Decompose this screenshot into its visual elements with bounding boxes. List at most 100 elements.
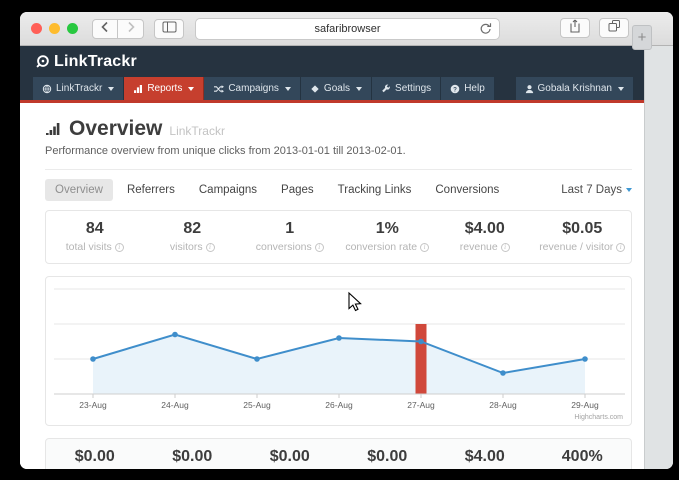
page-title-suffix: LinkTrackr — [169, 124, 225, 138]
svg-text:Highcharts.com: Highcharts.com — [574, 414, 623, 421]
back-button[interactable] — [92, 19, 118, 39]
globe-icon — [42, 84, 52, 94]
nav-item-label: Help — [464, 83, 485, 94]
stat-value: 1% — [339, 220, 437, 238]
zoom-button[interactable] — [67, 23, 78, 34]
chevron-down-icon — [626, 188, 632, 192]
info-icon[interactable]: i — [315, 243, 324, 252]
diamond-icon — [310, 84, 320, 94]
tab-conversions[interactable]: Conversions — [425, 179, 509, 201]
forward-icon — [126, 20, 136, 38]
stat-value: 1 — [241, 220, 339, 238]
tab-overview-button[interactable] — [599, 18, 629, 38]
tabs-row: OverviewReferrersCampaignsPagesTracking … — [45, 170, 632, 210]
back-icon — [100, 20, 110, 38]
wrench-icon — [381, 84, 391, 94]
svg-text:?: ? — [453, 86, 457, 93]
minimize-button[interactable] — [49, 23, 60, 34]
tab-pages[interactable]: Pages — [271, 179, 324, 201]
date-range-label: Last 7 Days — [561, 184, 622, 196]
share-button[interactable] — [560, 18, 590, 38]
new-tab-button[interactable]: + — [632, 25, 652, 50]
nav-item-settings[interactable]: Settings — [372, 77, 441, 100]
stat-total-cost: $0.00total costi — [46, 448, 144, 469]
info-icon[interactable]: i — [206, 243, 215, 252]
stat-label: conversion ratei — [339, 241, 437, 253]
stat-value: $4.00 — [436, 448, 534, 466]
share-icon — [569, 19, 581, 38]
nav-item-goals[interactable]: Goals — [301, 77, 372, 100]
info-icon[interactable]: i — [420, 243, 429, 252]
tab-referrers[interactable]: Referrers — [117, 179, 185, 201]
info-icon[interactable]: i — [115, 243, 124, 252]
bar-chart-icon — [133, 84, 143, 94]
date-range-selector[interactable]: Last 7 Days — [561, 184, 632, 196]
stat-value: $0.00 — [144, 448, 242, 466]
stat-roi: 400%roii — [534, 448, 632, 469]
tabs-icon — [608, 19, 621, 37]
help-icon: ? — [450, 84, 460, 94]
stat-label: revenuei — [436, 241, 534, 253]
nav-item-reports[interactable]: Reports — [124, 77, 204, 100]
nav-item-label: Settings — [395, 83, 431, 94]
nav-item-label: Goals — [324, 83, 350, 94]
svg-text:24-Aug: 24-Aug — [161, 400, 189, 410]
page-content: Overview LinkTrackr Performance overview… — [20, 103, 644, 469]
sidebar-toggle-button[interactable] — [154, 19, 184, 39]
window-controls — [31, 23, 78, 34]
chevron-down-icon — [618, 87, 624, 91]
nav-item-label: LinkTrackr — [56, 83, 102, 94]
nav-item-help[interactable]: ? Help — [441, 77, 495, 100]
close-button[interactable] — [31, 23, 42, 34]
stat-conversions: 1 conversionsi — [241, 220, 339, 253]
app-header: LinkTrackr — [20, 46, 644, 77]
info-icon[interactable]: i — [501, 243, 510, 252]
overview-chart-icon — [45, 121, 62, 141]
visits-chart[interactable]: 23-Aug 24-Aug 25-Aug 26-Aug 27-Aug 28-Aug 29-A… — [46, 277, 631, 427]
cost-stats-panel: $0.00total costi$0.00cost / visiti$0.00c… — [45, 438, 632, 469]
svg-text:26-Aug: 26-Aug — [325, 400, 353, 410]
stat-value: $0.00 — [339, 448, 437, 466]
chevron-down-icon — [356, 87, 362, 91]
stats-panel: 84 total visitsi82visitorsi1 conversionsi1… — [45, 210, 632, 264]
stat-profit: $4.00profiti — [436, 448, 534, 469]
stat-label: total visitsi — [46, 241, 144, 253]
stat-cpa: $0.00cpai — [339, 448, 437, 469]
page-title: Overview — [69, 117, 162, 141]
forward-button[interactable] — [118, 19, 144, 39]
shuffle-icon — [213, 84, 224, 94]
address-bar[interactable]: safaribrowser — [195, 18, 500, 40]
stat-visitors: 82visitorsi — [144, 220, 242, 253]
svg-text:29-Aug: 29-Aug — [571, 400, 599, 410]
chevron-down-icon — [188, 87, 194, 91]
brand-name: LinkTrackr — [54, 53, 137, 71]
nav-item-label: Reports — [147, 83, 182, 94]
stat-label: conversionsi — [241, 241, 339, 253]
nav-item-campaigns[interactable]: Campaigns — [204, 77, 301, 100]
window-right-gutter — [644, 46, 673, 469]
tab-tracking-links[interactable]: Tracking Links — [328, 179, 422, 201]
tab-overview[interactable]: Overview — [45, 179, 113, 201]
stat-value: 84 — [46, 220, 144, 238]
nav-item-linktrackr[interactable]: LinkTrackr — [33, 77, 124, 100]
stat-cost-day: $0.00cost / dayi — [241, 448, 339, 469]
user-menu[interactable]: Gobala Krishnan — [516, 77, 635, 100]
sidebar-icon — [162, 20, 177, 38]
info-icon[interactable]: i — [616, 243, 625, 252]
nav-item-label: Campaigns — [228, 83, 279, 94]
stat-conversion-rate: 1% conversion ratei — [339, 220, 437, 253]
main-nav: LinkTrackr Reports Campaigns Goals Settings?… — [20, 77, 644, 103]
user-icon — [525, 84, 534, 94]
reload-button[interactable] — [479, 22, 492, 39]
stat-value: 82 — [144, 220, 242, 238]
linktrackr-logo-icon — [35, 54, 50, 69]
svg-text:25-Aug: 25-Aug — [243, 400, 271, 410]
tab-campaigns[interactable]: Campaigns — [189, 179, 267, 201]
svg-text:23-Aug: 23-Aug — [79, 400, 107, 410]
svg-text:27-Aug: 27-Aug — [407, 400, 435, 410]
url-text: safaribrowser — [314, 23, 380, 35]
svg-text:28-Aug: 28-Aug — [489, 400, 517, 410]
browser-window: safaribrowser + LinkTrackr LinkTrackr Rep… — [20, 12, 673, 469]
stat-value: 400% — [534, 448, 632, 466]
brand-logo[interactable]: LinkTrackr — [35, 53, 137, 71]
